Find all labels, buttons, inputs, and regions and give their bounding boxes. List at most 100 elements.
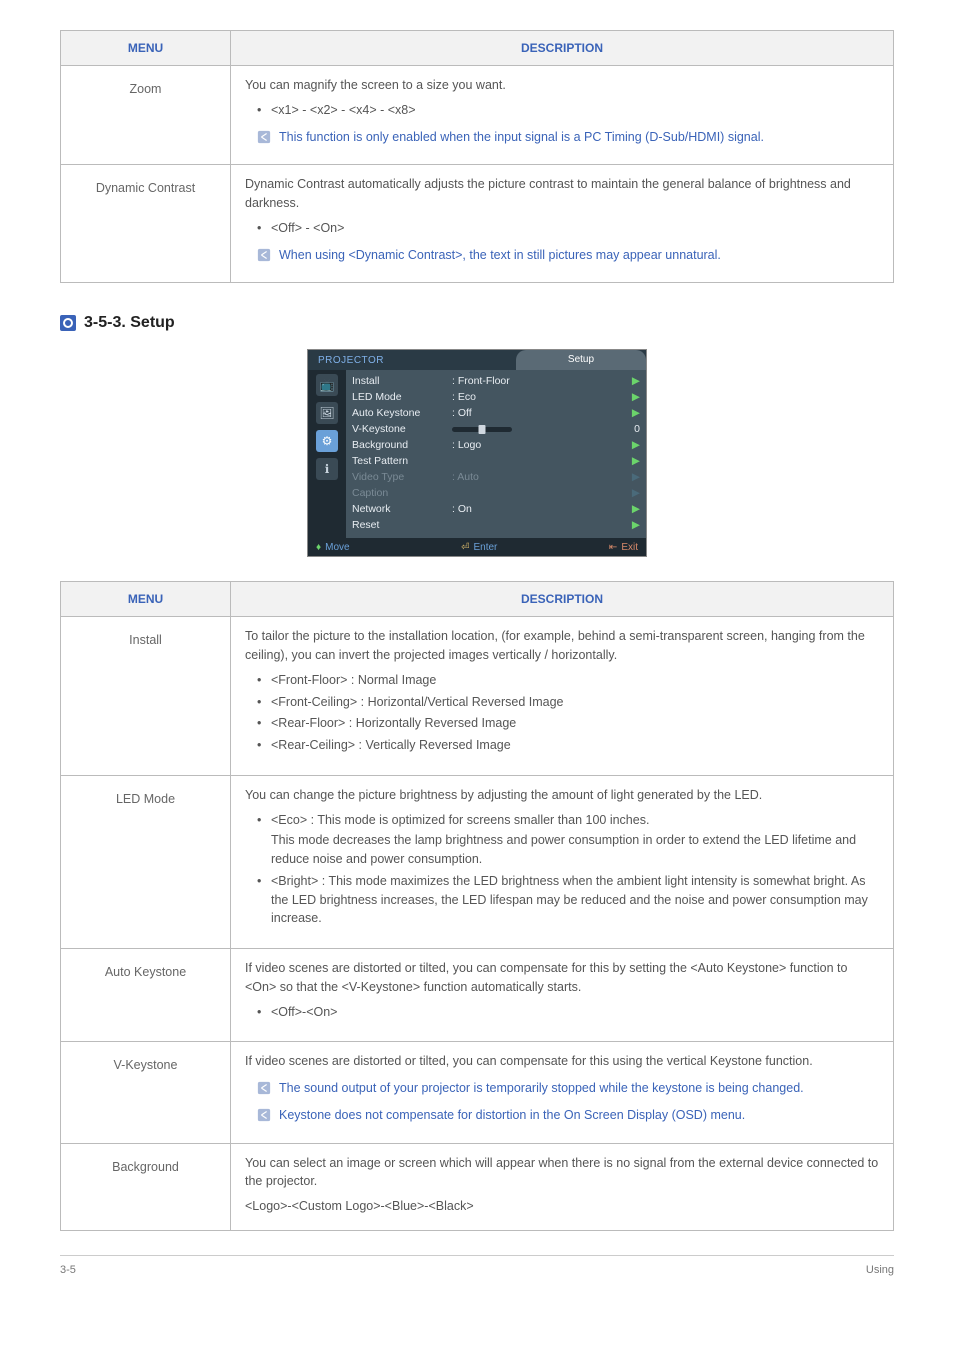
menu-bg: Background — [61, 1143, 231, 1230]
vkey-note1-text: The sound output of your projector is te… — [279, 1079, 879, 1098]
osd-projector-label: PROJECTOR — [308, 353, 394, 368]
osd-row-bg: Background : Logo ▶ — [352, 438, 640, 454]
ledmode-intro: You can change the picture brightness by… — [245, 786, 879, 805]
osd-list: Install : Front-Floor ▶ LED Mode : Eco ▶… — [346, 370, 646, 538]
th-description: DESCRIPTION — [231, 31, 894, 66]
install-bullets: <Front-Floor> : Normal Image <Front-Ceil… — [245, 671, 879, 755]
vkey-note1: The sound output of your projector is te… — [257, 1079, 879, 1098]
desc-ledmode: You can change the picture brightness by… — [231, 775, 894, 948]
menu-dyncontrast: Dynamic Contrast — [61, 165, 231, 283]
dyncontrast-intro: Dynamic Contrast automatically adjusts t… — [245, 175, 879, 213]
zoom-note: This function is only enabled when the i… — [257, 128, 879, 147]
osd-screenshot: PROJECTOR Setup 📺 🖼 ⚙ ℹ Install : Front-… — [60, 349, 894, 557]
table-row: Install To tailor the picture to the ins… — [61, 617, 894, 776]
th-menu: MENU — [61, 31, 231, 66]
vkey-note2-text: Keystone does not compensate for distort… — [279, 1106, 879, 1125]
table-row: Auto Keystone If video scenes are distor… — [61, 949, 894, 1042]
bg-intro: You can select an image or screen which … — [245, 1154, 879, 1192]
menu-ledmode: LED Mode — [61, 775, 231, 948]
chevron-right-icon: ▶ — [628, 470, 640, 486]
osd-icon-picture: 🖼 — [316, 402, 338, 424]
bg-options: <Logo>-<Custom Logo>-<Blue>-<Black> — [245, 1197, 879, 1216]
th-menu: MENU — [61, 582, 231, 617]
footer-right: Using — [866, 1262, 894, 1279]
desc-bg: You can select an image or screen which … — [231, 1143, 894, 1230]
autokey-intro: If video scenes are distorted or tilted,… — [245, 959, 879, 997]
install-intro: To tailor the picture to the installatio… — [245, 627, 879, 665]
slider-icon — [452, 427, 512, 432]
menu-install: Install — [61, 617, 231, 776]
info-icon — [257, 130, 271, 144]
info-icon — [257, 1108, 271, 1122]
osd-row-network: Network : On ▶ — [352, 502, 640, 518]
table-row: Dynamic Contrast Dynamic Contrast automa… — [61, 165, 894, 283]
chevron-right-icon: ▶ — [628, 406, 640, 422]
osd-tab-setup: Setup — [516, 350, 646, 370]
dyncontrast-note-text: When using <Dynamic Contrast>, the text … — [279, 246, 879, 265]
vkey-note2: Keystone does not compensate for distort… — [257, 1106, 879, 1125]
osd-row-reset: Reset ▶ — [352, 518, 640, 534]
install-b1: <Front-Floor> : Normal Image — [257, 671, 879, 690]
desc-autokey: If video scenes are distorted or tilted,… — [231, 949, 894, 1042]
dyncontrast-options: <Off> - <On> — [257, 219, 879, 238]
osd-foot-enter: ⏎Enter — [461, 540, 497, 555]
chevron-right-icon: ▶ — [628, 486, 640, 502]
chevron-right-icon: ▶ — [628, 374, 640, 390]
table-picture-cont: MENU DESCRIPTION Zoom You can magnify th… — [60, 30, 894, 283]
chevron-right-icon: ▶ — [628, 438, 640, 454]
menu-autokey: Auto Keystone — [61, 949, 231, 1042]
table-row: Background You can select an image or sc… — [61, 1143, 894, 1230]
dyncontrast-note: When using <Dynamic Contrast>, the text … — [257, 246, 879, 265]
osd-row-install: Install : Front-Floor ▶ — [352, 374, 640, 390]
table-setup: MENU DESCRIPTION Install To tailor the p… — [60, 581, 894, 1231]
dyncontrast-bullets: <Off> - <On> — [245, 219, 879, 238]
osd-icon-input: 📺 — [316, 374, 338, 396]
osd-row-videotype: Video Type : Auto ▶ — [352, 470, 640, 486]
install-b3: <Rear-Floor> : Horizontally Reversed Ima… — [257, 714, 879, 733]
osd-foot-move: ♦Move — [316, 540, 350, 555]
zoom-options: <x1> - <x2> - <x4> - <x8> — [257, 101, 879, 120]
chevron-right-icon: ▶ — [628, 390, 640, 406]
info-icon — [257, 1081, 271, 1095]
page-footer: 3-5 Using — [60, 1255, 894, 1279]
osd-footer: ♦Move ⏎Enter ⇤Exit — [308, 538, 646, 556]
zoom-bullets: <x1> - <x2> - <x4> - <x8> — [245, 101, 879, 120]
autokey-bullets: <Off>-<On> — [245, 1003, 879, 1022]
menu-vkey: V-Keystone — [61, 1042, 231, 1143]
osd-icon-setup: ⚙ — [316, 430, 338, 452]
osd-row-caption: Caption ▶ — [352, 486, 640, 502]
osd-icon-option: ℹ — [316, 458, 338, 480]
info-icon — [257, 248, 271, 262]
autokey-options: <Off>-<On> — [257, 1003, 879, 1022]
desc-install: To tailor the picture to the installatio… — [231, 617, 894, 776]
chevron-right-icon: ▶ — [628, 518, 640, 534]
ledmode-bullets: <Eco> : This mode is optimized for scree… — [245, 811, 879, 929]
ledmode-eco: <Eco> : This mode is optimized for scree… — [257, 811, 879, 869]
desc-dyncontrast: Dynamic Contrast automatically adjusts t… — [231, 165, 894, 283]
install-b2: <Front-Ceiling> : Horizontal/Vertical Re… — [257, 693, 879, 712]
install-b4: <Rear-Ceiling> : Vertically Reversed Ima… — [257, 736, 879, 755]
osd-row-testpat: Test Pattern ▶ — [352, 454, 640, 470]
osd-panel: PROJECTOR Setup 📺 🖼 ⚙ ℹ Install : Front-… — [307, 349, 647, 557]
osd-row-ledmode: LED Mode : Eco ▶ — [352, 390, 640, 406]
chevron-right-icon: ▶ — [628, 454, 640, 470]
osd-nav-icons: 📺 🖼 ⚙ ℹ — [308, 370, 346, 538]
desc-vkey: If video scenes are distorted or tilted,… — [231, 1042, 894, 1143]
th-description: DESCRIPTION — [231, 582, 894, 617]
section-icon — [60, 315, 76, 331]
desc-zoom: You can magnify the screen to a size you… — [231, 66, 894, 165]
footer-left: 3-5 — [60, 1262, 76, 1279]
section-title: 3-5-3. Setup — [84, 311, 175, 335]
osd-body: 📺 🖼 ⚙ ℹ Install : Front-Floor ▶ LED Mode… — [308, 370, 646, 538]
vkey-value: 0 — [628, 422, 640, 438]
vkey-intro: If video scenes are distorted or tilted,… — [245, 1052, 879, 1071]
osd-foot-exit: ⇤Exit — [609, 540, 638, 555]
table-row: LED Mode You can change the picture brig… — [61, 775, 894, 948]
zoom-intro: You can magnify the screen to a size you… — [245, 76, 879, 95]
osd-row-autokey: Auto Keystone : Off ▶ — [352, 406, 640, 422]
chevron-right-icon: ▶ — [628, 502, 640, 518]
menu-zoom: Zoom — [61, 66, 231, 165]
osd-row-vkey: V-Keystone 0 — [352, 422, 640, 438]
zoom-note-text: This function is only enabled when the i… — [279, 128, 879, 147]
section-header-setup: 3-5-3. Setup — [60, 311, 894, 335]
